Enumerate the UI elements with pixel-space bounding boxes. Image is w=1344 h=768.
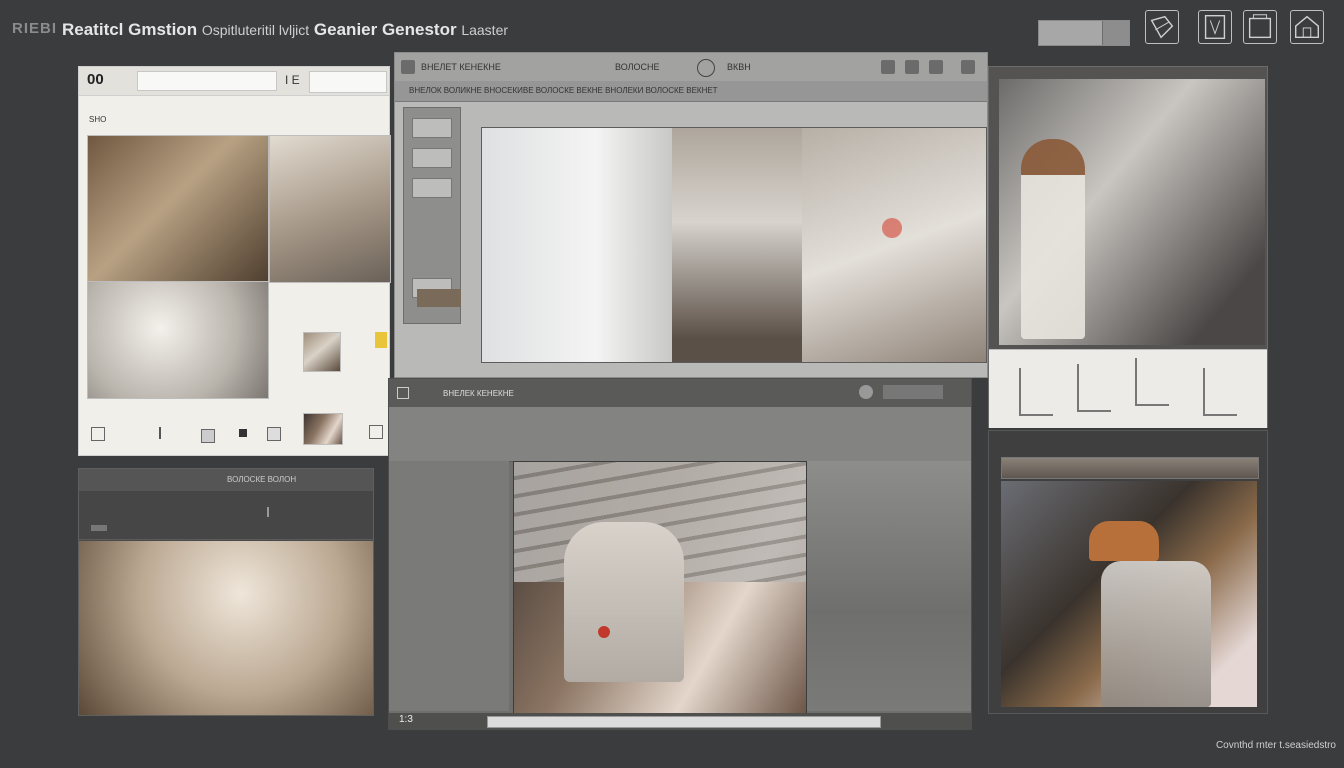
brush-icon[interactable] — [929, 60, 943, 74]
editor-toolbar-text-2: ВОЛОСНЕ — [615, 62, 660, 72]
editor-toolbar-label: ВКВН — [727, 62, 751, 72]
preview-panel — [988, 66, 1268, 428]
workspace-left-gutter — [389, 461, 509, 711]
editor-canvas[interactable] — [481, 127, 987, 363]
window-icon[interactable] — [961, 60, 975, 74]
crop-tool-icon[interactable] — [1145, 10, 1179, 44]
frame-icon[interactable] — [369, 425, 383, 439]
canvas-highlight — [882, 218, 902, 238]
separator — [159, 427, 161, 439]
library-filter-input[interactable] — [309, 71, 387, 93]
workspace-ruler — [389, 407, 971, 462]
canvas-figure-area — [802, 128, 986, 362]
worker-figure — [1101, 561, 1211, 707]
apron-mark — [598, 626, 610, 638]
diagram-fig-4 — [1203, 368, 1237, 416]
workspace-menu-icon[interactable] — [397, 387, 409, 399]
canvas-wall-area — [482, 128, 672, 362]
select-checkbox[interactable] — [91, 427, 105, 441]
diagram-fig-3 — [1135, 358, 1169, 406]
secondary-toolbar-text: ВОЛОСКЕ ВОЛОН — [227, 475, 297, 484]
image-icon[interactable] — [905, 60, 919, 74]
editor-toolbar: ВНЕЛЕТ КЕНЕКНЕ ВОЛОСНЕ ВКВН — [395, 53, 987, 82]
thumbnail-small-2[interactable] — [303, 413, 343, 445]
secondary-room-image[interactable] — [79, 541, 373, 715]
workspace-toolbar: ВНЕЛЕК КЕНЕКНЕ — [389, 379, 971, 408]
hat-shape — [1089, 521, 1159, 561]
workspace-toolbar-text: ВНЕЛЕК КЕНЕКНЕ — [443, 389, 514, 398]
menu-icon[interactable] — [401, 60, 415, 74]
app-title: Reatitcl Gmstion Ospitluteritil lvljict … — [62, 20, 508, 40]
document-icon[interactable] — [1198, 10, 1232, 44]
reference-header — [1001, 457, 1259, 479]
diagram-fig-1 — [1019, 368, 1053, 416]
thumbnail-two-figures[interactable] — [87, 281, 269, 399]
app-logo: RIEBI — [12, 20, 58, 37]
app-title-tertiary: Geanier Genestor — [313, 20, 457, 39]
layers-icon[interactable] — [881, 60, 895, 74]
home-icon[interactable] — [1290, 10, 1324, 44]
thumbnail-room-scene[interactable] — [269, 135, 391, 283]
top-search-field[interactable] — [1038, 20, 1130, 46]
workspace-tools-group[interactable] — [883, 385, 943, 399]
top-search-button[interactable] — [1102, 21, 1129, 45]
thumbnail-woman-kitchen[interactable] — [87, 135, 269, 283]
library-code: 00 — [87, 71, 104, 88]
app-title-primary: Reatitcl Gmstion — [62, 20, 198, 39]
workspace-color-icon[interactable] — [859, 385, 873, 399]
library-search-input[interactable] — [137, 71, 277, 91]
library-mini-label: SHO — [89, 115, 107, 124]
yellow-marker — [375, 332, 387, 348]
preview-portrait-image[interactable] — [999, 79, 1265, 345]
editor-toolbar-text-1: ВНЕЛЕТ КЕНЕКНЕ — [421, 62, 501, 72]
workspace-statusbar: 1:3 — [389, 713, 971, 729]
secondary-marker — [267, 507, 269, 517]
thumbnail-small-1[interactable] — [303, 332, 341, 372]
settings-icon[interactable] — [697, 59, 715, 77]
workspace-right-gutter — [807, 461, 971, 711]
zoom-level: 1:3 — [399, 714, 413, 725]
image-view-icon[interactable] — [267, 427, 281, 441]
tool-button-1[interactable] — [412, 118, 452, 138]
editor-subtoolbar-text: ВНЕЛОК ВОЛИКНЕ ВНОСЕКИВЕ ВОЛОСКЕ ВЕКНЕ В… — [409, 86, 718, 95]
secondary-toolbar: ВОЛОСКЕ ВОЛОН — [79, 469, 373, 492]
footer-credit: Covnthd rnter t.seasiedstro — [1215, 740, 1336, 751]
app-title-end: Laaster — [461, 22, 509, 38]
workspace-craftsman-image[interactable] — [513, 461, 807, 717]
reference-panel — [988, 430, 1268, 714]
grid-view-icon[interactable] — [201, 429, 215, 443]
tool-button-2[interactable] — [412, 148, 452, 168]
horizontal-scrollbar[interactable] — [487, 716, 881, 728]
stop-icon[interactable] — [239, 429, 247, 437]
reference-workshop-image[interactable] — [1001, 481, 1257, 707]
library-toolbar: 00 I E — [79, 67, 389, 96]
secondary-control-1[interactable] — [91, 525, 107, 531]
tool-button-3[interactable] — [412, 178, 452, 198]
workspace-window: ВНЕЛЕК КЕНЕКНЕ 1:3 — [388, 378, 972, 730]
main-editor-window: ВНЕЛЕТ КЕНЕКНЕ ВОЛОСНЕ ВКВН ВНЕЛОК ВОЛИК… — [394, 52, 988, 378]
app-title-secondary: Ospitluteritil lvljict — [201, 22, 310, 38]
secondary-controls — [79, 491, 373, 540]
library-tag: I E — [285, 73, 300, 87]
secondary-viewer: ВОЛОСКЕ ВОЛОН — [78, 468, 374, 716]
tool-tray — [417, 289, 461, 307]
editor-subtoolbar: ВНЕЛОК ВОЛИКНЕ ВНОСЕКИВЕ ВОЛОСКЕ ВЕКНЕ В… — [395, 81, 987, 102]
craftsman-figure — [564, 522, 684, 682]
diagram-fig-2 — [1077, 364, 1111, 412]
preview-diagram-strip — [989, 349, 1267, 428]
room-light — [79, 541, 373, 715]
export-icon[interactable] — [1243, 10, 1277, 44]
image-library-panel: 00 I E SHO — [78, 66, 391, 456]
portrait-figure — [1021, 139, 1085, 339]
